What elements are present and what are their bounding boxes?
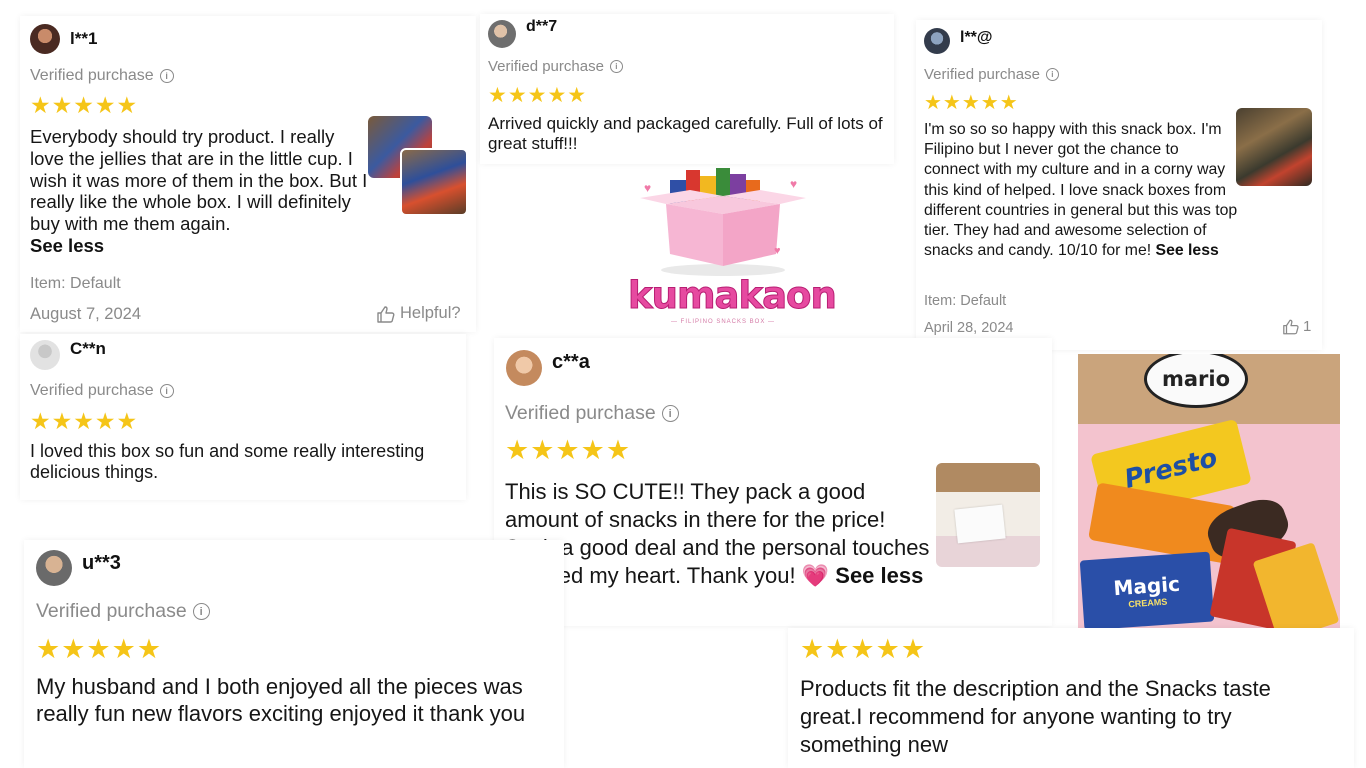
heart-emoji: 💗 [801, 562, 830, 588]
review-text: Arrived quickly and packaged carefully. … [488, 114, 888, 154]
snack-sublabel: CREAMS [1128, 596, 1168, 610]
star-rating: ★★★★★ [505, 435, 632, 465]
review-body: My husband and I both enjoyed all the pi… [36, 674, 526, 727]
review-text: I loved this box so fun and some really … [30, 441, 460, 483]
info-icon[interactable]: i [192, 603, 210, 620]
star-rating: ★★★★★ [800, 634, 927, 664]
thumbs-up-icon [1283, 319, 1299, 335]
review-photo[interactable] [400, 148, 468, 216]
verified-purchase: Verified purchase i [924, 66, 1059, 83]
review-header: l**1 [30, 24, 97, 54]
user-avatar [488, 20, 516, 48]
review-body: Products fit the description and the Sna… [800, 676, 1271, 757]
thumbs-up-icon [377, 305, 395, 323]
verified-label: Verified purchase [488, 58, 604, 75]
gift-box-illustration: ♥ ♥ ♥ [640, 168, 806, 276]
review-card-5: c**a Verified purchase i ★★★★★ This is S… [494, 338, 1052, 626]
info-icon[interactable]: i [1045, 68, 1059, 81]
see-less-link[interactable]: See less [30, 235, 104, 256]
helpful-button[interactable]: 1 [1282, 318, 1311, 335]
helpful-count: 1 [1303, 318, 1312, 335]
username: l**@ [960, 29, 993, 46]
lid-sticker: mario [1144, 354, 1248, 408]
username: u**3 [82, 551, 121, 574]
username: l**1 [70, 29, 98, 48]
info-icon[interactable]: i [159, 384, 174, 398]
snack-label: Magic [1112, 571, 1181, 601]
review-card-6: u**3 Verified purchase i ★★★★★ My husban… [24, 540, 564, 768]
review-text: This is SO CUTE!! They pack a good amoun… [505, 478, 931, 590]
user-avatar [924, 28, 950, 54]
verified-purchase: Verified purchase i [505, 402, 679, 425]
review-date: April 28, 2024 [924, 320, 1014, 336]
review-card-7: ★★★★★ Products fit the description and t… [788, 628, 1354, 768]
info-icon[interactable]: i [159, 69, 174, 83]
see-less-link[interactable]: See less [835, 563, 923, 588]
review-body: Everybody should try product. I really l… [30, 126, 368, 235]
verified-label: Verified purchase [36, 600, 187, 622]
snack-magic: Magic CREAMS [1079, 551, 1215, 631]
verified-label: Verified purchase [505, 402, 656, 424]
snack-label: Presto [1121, 443, 1221, 495]
user-avatar [36, 550, 72, 586]
item-variant: Item: Default [924, 293, 1007, 309]
star-rating: ★★★★★ [30, 92, 139, 118]
verified-label: Verified purchase [30, 67, 154, 84]
review-header: c**a [506, 350, 590, 386]
user-avatar [30, 340, 60, 370]
review-text: Products fit the description and the Sna… [800, 675, 1300, 759]
review-text: My husband and I both enjoyed all the pi… [36, 673, 558, 728]
verified-purchase: Verified purchase i [30, 382, 174, 400]
user-avatar [30, 24, 60, 54]
helpful-label: Helpful? [400, 304, 461, 322]
username: C**n [70, 339, 106, 358]
verified-label: Verified purchase [30, 382, 154, 399]
review-photo[interactable] [936, 463, 1040, 567]
verified-purchase: Verified purchase i [30, 67, 174, 85]
info-icon[interactable]: i [661, 405, 679, 422]
review-text: I'm so so so happy with this snack box. … [924, 120, 1238, 262]
verified-purchase: Verified purchase i [36, 600, 210, 623]
item-variant: Item: Default [30, 275, 121, 292]
review-body: I loved this box so fun and some really … [30, 441, 425, 483]
svg-text:♥: ♥ [774, 245, 781, 257]
review-header: u**3 [36, 550, 121, 586]
review-header: l**@ [924, 28, 993, 54]
user-avatar [506, 350, 542, 386]
review-card-4: C**n Verified purchase i ★★★★★ I loved t… [20, 334, 466, 500]
review-card-3: l**@ Verified purchase i ★★★★★ I'm so so… [916, 20, 1322, 350]
see-less-link[interactable]: See less [1156, 242, 1219, 259]
brand-name: kumakaon [628, 274, 838, 318]
verified-purchase: Verified purchase i [488, 58, 623, 75]
review-text: Everybody should try product. I really l… [30, 126, 370, 257]
review-card-2: d**7 Verified purchase i ★★★★★ Arrived q… [480, 14, 894, 164]
card-note [954, 504, 1006, 544]
review-card-1: l**1 Verified purchase i ★★★★★ Everybody… [20, 16, 476, 332]
verified-label: Verified purchase [924, 66, 1040, 83]
brand-logo: ♥ ♥ ♥ kumakaon — FILIPINO SNACKS BOX — [628, 162, 838, 330]
helpful-button[interactable]: Helpful? [376, 304, 461, 323]
username: d**7 [526, 18, 558, 35]
star-rating: ★★★★★ [30, 408, 139, 434]
svg-text:♥: ♥ [790, 177, 797, 191]
brand-tagline: — FILIPINO SNACKS BOX — [670, 319, 776, 325]
review-date: August 7, 2024 [30, 305, 142, 323]
info-icon[interactable]: i [609, 60, 623, 73]
username: c**a [552, 350, 590, 373]
snack-box-photo[interactable]: mario Presto Magic CREAMS [1078, 354, 1340, 650]
star-rating: ★★★★★ [924, 92, 1019, 114]
svg-text:♥: ♥ [644, 181, 651, 195]
review-header: C**n [30, 339, 106, 370]
review-body: Arrived quickly and packaged carefully. … [488, 114, 883, 154]
review-header: d**7 [488, 18, 558, 48]
review-body: I'm so so so happy with this snack box. … [924, 121, 1238, 260]
star-rating: ★★★★★ [488, 84, 588, 107]
review-photo[interactable] [1236, 108, 1312, 186]
sticker-text: mario [1161, 367, 1231, 391]
star-rating: ★★★★★ [36, 634, 163, 664]
